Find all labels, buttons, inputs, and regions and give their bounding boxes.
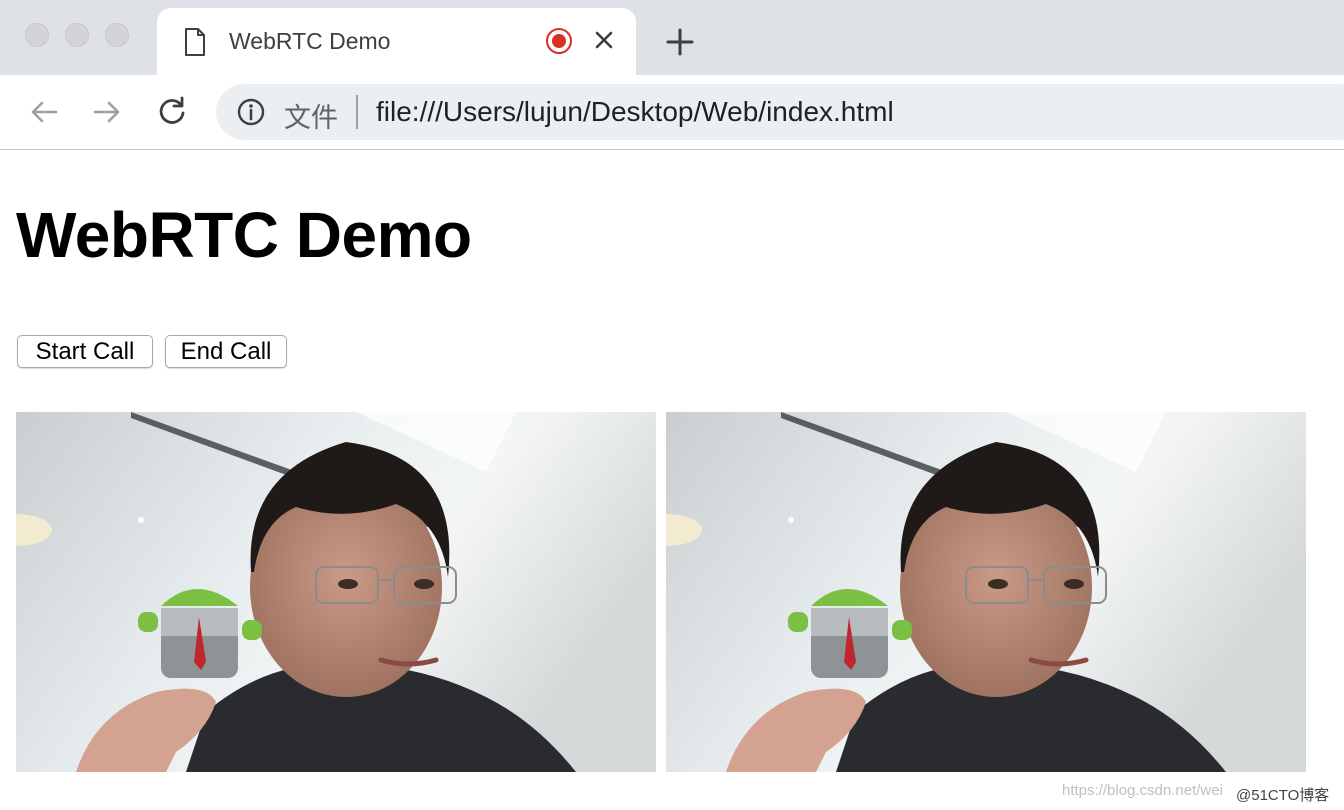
end-call-button[interactable]: End Call — [165, 335, 287, 368]
close-icon[interactable] — [590, 26, 618, 54]
url-text[interactable]: file:///Users/lujun/Desktop/Web/index.ht… — [376, 96, 894, 128]
tab-title: WebRTC Demo — [229, 28, 391, 54]
tab-strip: WebRTC Demo — [0, 0, 1344, 75]
back-icon[interactable] — [27, 95, 61, 129]
page-icon — [185, 28, 205, 56]
forward-icon[interactable] — [90, 95, 124, 129]
info-icon[interactable] — [236, 97, 266, 127]
reload-icon[interactable] — [155, 95, 189, 129]
recording-icon — [546, 28, 572, 54]
window-zoom-button[interactable] — [105, 23, 129, 47]
page-title: WebRTC Demo — [16, 199, 472, 271]
local-video[interactable] — [16, 412, 656, 772]
new-tab-icon[interactable] — [665, 27, 695, 57]
start-call-button[interactable]: Start Call — [17, 335, 153, 368]
watermark-brand: @51CTO博客 — [1236, 787, 1330, 804]
active-tab[interactable]: WebRTC Demo — [157, 8, 636, 75]
watermark-url: https://blog.csdn.net/wei — [1062, 782, 1223, 799]
url-scheme-label: 文件 — [284, 103, 338, 133]
remote-video[interactable] — [666, 412, 1306, 772]
webcam-frame-image — [16, 412, 656, 772]
address-bar[interactable]: 文件 file:///Users/lujun/Desktop/Web/index… — [216, 84, 1344, 140]
webcam-frame-image — [666, 412, 1306, 772]
address-divider — [356, 95, 358, 129]
window-close-button[interactable] — [25, 23, 49, 47]
browser-toolbar: 文件 file:///Users/lujun/Desktop/Web/index… — [0, 75, 1344, 150]
window-minimize-button[interactable] — [65, 23, 89, 47]
